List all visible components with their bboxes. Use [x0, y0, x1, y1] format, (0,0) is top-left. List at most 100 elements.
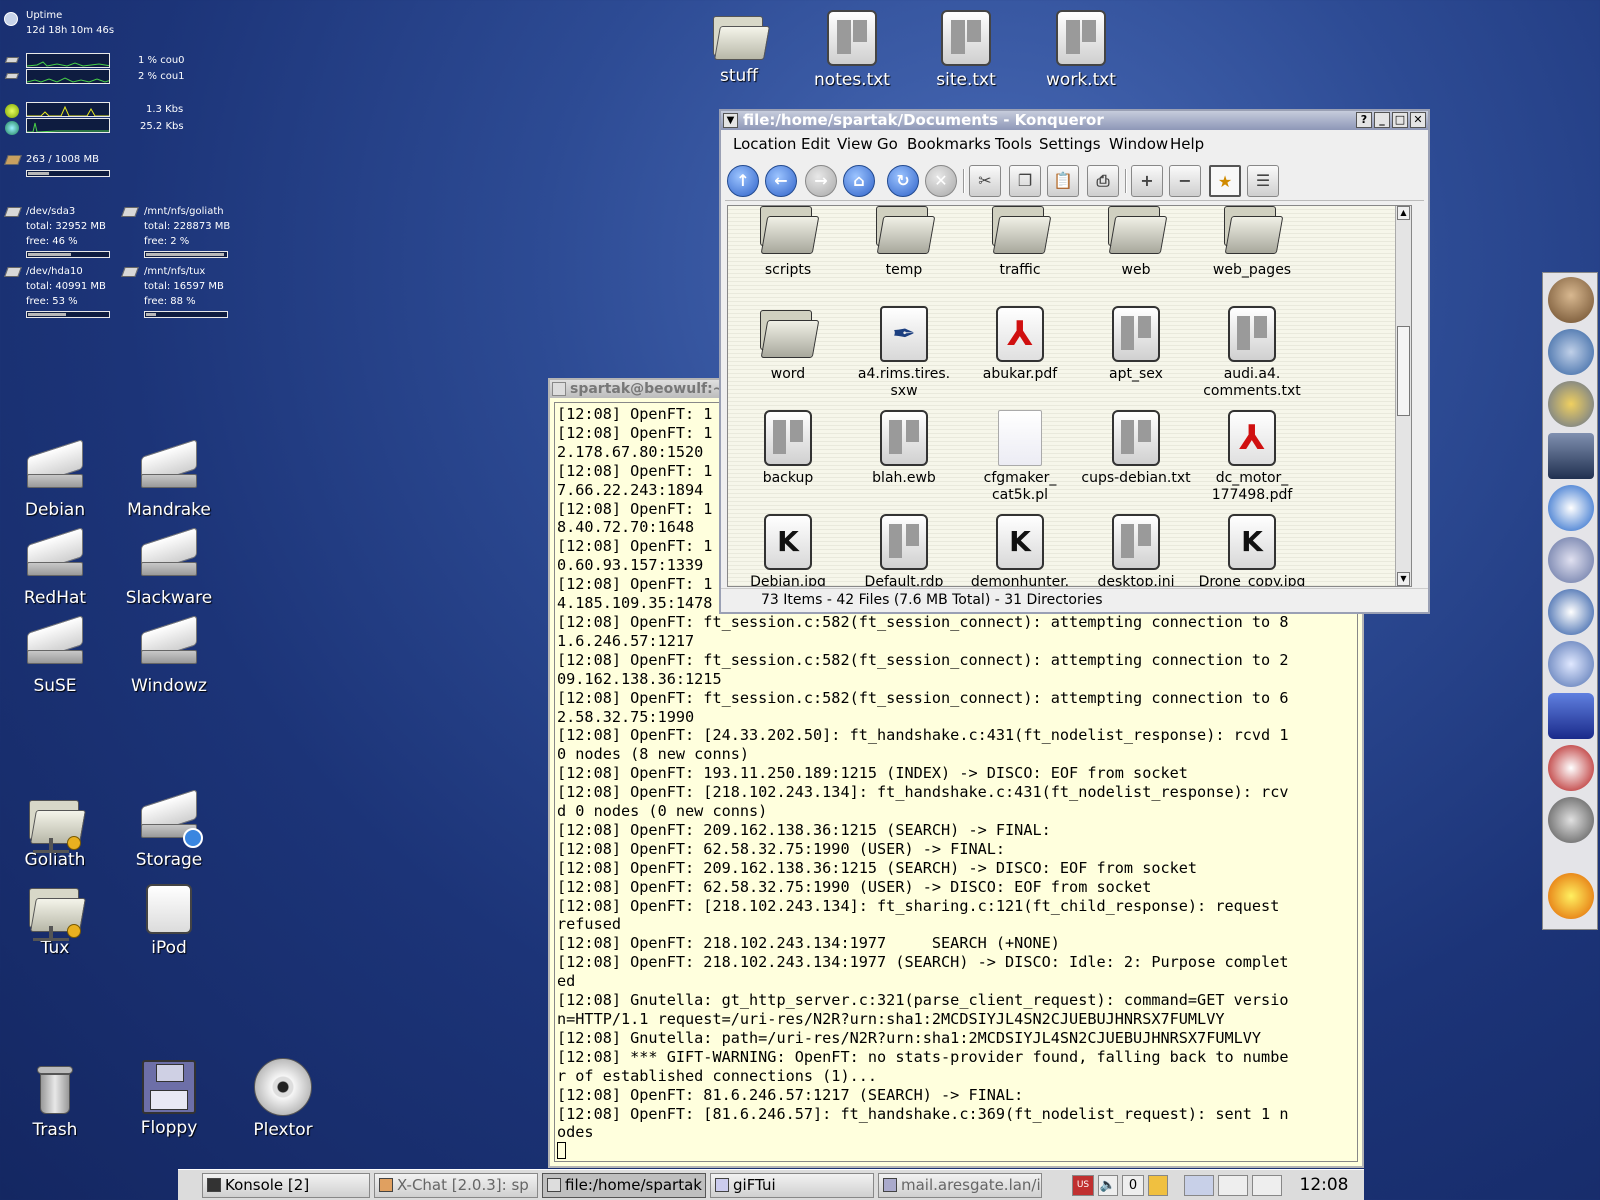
sun-icon[interactable] [1548, 873, 1594, 919]
menu-location[interactable]: Location [733, 135, 796, 153]
zoom-in-icon[interactable]: + [1131, 165, 1163, 197]
task-giftui[interactable]: giFTui [710, 1173, 874, 1198]
file-item[interactable]: K Drone_copy.jpg [1194, 514, 1310, 586]
file-item[interactable]: backup [730, 410, 846, 487]
desktop-icon-debian[interactable]: Debian [0, 438, 110, 520]
scroll-thumb[interactable] [1397, 326, 1410, 416]
desktop-icon-plextor[interactable]: Plextor [228, 1058, 338, 1140]
file-item[interactable]: audi.a4. comments.txt [1194, 306, 1310, 400]
konqueror-window[interactable]: ▼ file:/home/spartak/Documents - Konquer… [719, 109, 1430, 614]
mail-icon[interactable] [1548, 537, 1594, 583]
file-item[interactable]: cups-debian.txt [1078, 410, 1194, 487]
desktop-icon-suse[interactable]: SuSE [0, 614, 110, 696]
task-konsole[interactable]: Konsole [2] [202, 1173, 370, 1198]
print-icon[interactable]: ⎙ [1087, 165, 1119, 197]
file-item[interactable]: scripts [730, 206, 846, 279]
search-globe-icon[interactable] [1548, 641, 1594, 687]
paint-icon[interactable] [1548, 381, 1594, 427]
konqueror-titlebar[interactable]: ▼ file:/home/spartak/Documents - Konquer… [721, 111, 1428, 130]
file-item[interactable]: blah.ewb [846, 410, 962, 487]
desktop-icon-redhat[interactable]: RedHat [0, 526, 110, 608]
file-item[interactable]: temp [846, 206, 962, 279]
desktop-icon-storage[interactable]: Storage [114, 788, 224, 870]
mozilla-icon[interactable] [1548, 693, 1594, 739]
desktop-icon-mandrake[interactable]: Mandrake [114, 438, 224, 520]
file-item[interactable]: web [1078, 206, 1194, 279]
desktop-icon-work[interactable]: work.txt [1026, 10, 1136, 90]
redhat-icon[interactable] [1548, 745, 1594, 791]
terminal-line: [12:08] OpenFT: ft_session.c:582(ft_sess… [557, 612, 1289, 631]
desktop-icon-windowz[interactable]: Windowz [114, 614, 224, 696]
file-item[interactable]: ⅄ dc_motor_ 177498.pdf [1194, 410, 1310, 504]
home-icon[interactable]: ⌂ [843, 165, 875, 197]
keyboard-layout-icon[interactable]: US [1072, 1175, 1094, 1196]
notification-icon[interactable] [1148, 1175, 1168, 1196]
paste-icon[interactable]: 📋 [1047, 165, 1079, 197]
media-player-icon[interactable] [1548, 797, 1594, 843]
desktop-icon-ipod[interactable]: iPod [114, 884, 224, 958]
file-item[interactable]: apt_sex [1078, 306, 1194, 383]
zoom-out-icon[interactable]: − [1169, 165, 1201, 197]
file-item[interactable]: ⅄ abukar.pdf [962, 306, 1078, 383]
wrench-icon[interactable] [1548, 329, 1594, 375]
gimp-icon[interactable] [1548, 277, 1594, 323]
window-menu-icon[interactable]: ▼ [723, 113, 738, 128]
menu-help[interactable]: Help [1170, 135, 1204, 153]
view-mode-icon[interactable]: ☰ [1247, 165, 1279, 197]
desktop-icon-goliath[interactable]: Goliath [0, 796, 110, 870]
minimize-icon[interactable]: _ [1374, 112, 1390, 128]
desktop-icon-stuff[interactable]: stuff [684, 12, 794, 86]
desktop-icon-tux[interactable]: Tux [0, 884, 110, 958]
close-icon[interactable]: ✕ [1410, 112, 1426, 128]
file-item[interactable]: word [730, 306, 846, 383]
file-item[interactable]: Default.rdp [846, 514, 962, 586]
window-menu-icon[interactable] [552, 382, 566, 396]
menu-tools[interactable]: Tools [995, 135, 1032, 153]
scroll-up-icon[interactable]: ▲ [1397, 206, 1410, 220]
menu-edit[interactable]: Edit [801, 135, 830, 153]
menu-go[interactable]: Go [877, 135, 898, 153]
up-icon[interactable]: ↑ [727, 165, 759, 197]
task-konqueror[interactable]: file:/home/spartak [542, 1173, 706, 1198]
clock[interactable]: 12:08 pm [1286, 1173, 1362, 1198]
cut-icon[interactable]: ✂ [969, 165, 1001, 197]
menu-window[interactable]: Window [1109, 135, 1168, 153]
file-item[interactable]: K Debian.jpg [730, 514, 846, 586]
desktop-pager-3[interactable] [1252, 1175, 1282, 1196]
desktop-icon-floppy[interactable]: Floppy [114, 1060, 224, 1138]
chat-icon[interactable] [1548, 589, 1594, 635]
file-item[interactable]: cfgmaker_ cat5k.pl [962, 410, 1078, 504]
menu-view[interactable]: View [837, 135, 873, 153]
desktop-pager-1[interactable] [1184, 1175, 1214, 1196]
desktop-icon-site[interactable]: site.txt [911, 10, 1021, 90]
stop-icon[interactable]: ✕ [925, 165, 957, 197]
volume-icon[interactable]: 🔈 [1098, 1175, 1118, 1196]
back-icon[interactable]: ← [765, 165, 797, 197]
vertical-scrollbar[interactable]: ▲ ▼ [1395, 206, 1411, 586]
help-icon[interactable]: ? [1356, 112, 1372, 128]
home-folder-icon[interactable] [1548, 485, 1594, 531]
task-xchat[interactable]: X-Chat [2.0.3]: sp [374, 1173, 538, 1198]
browser-icon [883, 1178, 897, 1192]
file-item[interactable]: desktop.ini [1078, 514, 1194, 586]
terminal-icon[interactable] [1548, 433, 1594, 479]
file-item[interactable]: Kdemonhunter. [962, 514, 1078, 586]
task-mail[interactable]: mail.aresgate.lan/i [878, 1173, 1042, 1198]
file-item[interactable]: ✒ a4.rims.tires. sxw [846, 306, 962, 400]
file-item[interactable]: traffic [962, 206, 1078, 279]
desktop-pager-2[interactable] [1218, 1175, 1248, 1196]
bookmark-star-icon[interactable]: ★ [1209, 165, 1241, 197]
file-icon-view[interactable]: K Drone_copy.jpg desktop.ini Kdemonhunter. D… [727, 205, 1412, 587]
maximize-icon[interactable]: □ [1392, 112, 1408, 128]
forward-icon[interactable]: → [805, 165, 837, 197]
copy-icon[interactable]: ❐ [1009, 165, 1041, 197]
menu-bookmarks[interactable]: Bookmarks [907, 135, 991, 153]
reload-icon[interactable]: ↻ [887, 165, 919, 197]
scroll-down-icon[interactable]: ▼ [1397, 572, 1410, 586]
desktop-icon-slackware[interactable]: Slackware [114, 526, 224, 608]
menu-settings[interactable]: Settings [1039, 135, 1101, 153]
desktop-icon-trash[interactable]: Trash [0, 1062, 110, 1140]
desktop-icon-notes[interactable]: notes.txt [797, 10, 907, 90]
tray-counter[interactable]: 0 [1122, 1175, 1144, 1196]
file-item[interactable]: web_pages [1194, 206, 1310, 279]
